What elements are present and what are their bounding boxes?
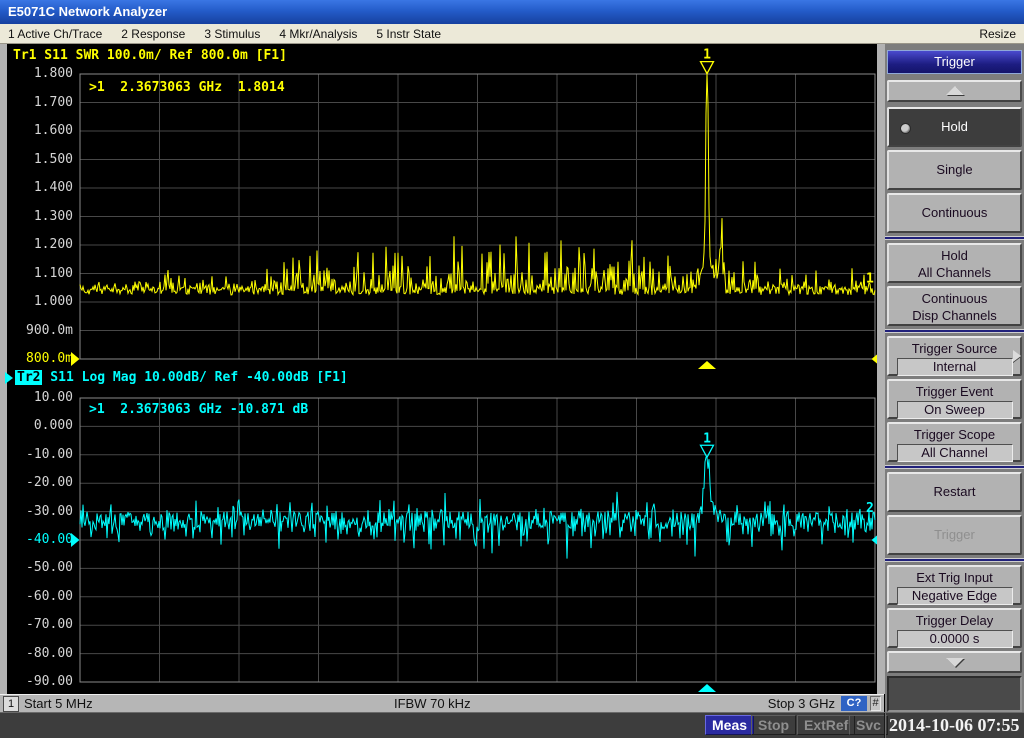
softkey-menu-title: Trigger: [887, 50, 1022, 74]
softkey-value: On Sweep: [897, 401, 1013, 419]
softkey-hold[interactable]: Hold: [887, 107, 1022, 147]
softkey-bottom-panel: [887, 676, 1022, 712]
taskbar: MeasStopExtRefSvc 2014-10-06 07:55: [0, 712, 1024, 738]
menu-item-3[interactable]: 3 Stimulus: [204, 27, 260, 41]
y-axis-label: 1.500: [0, 152, 73, 167]
y-axis-label: -10.00: [0, 447, 73, 462]
softkey-ext-trig-input[interactable]: Ext Trig InputNegative Edge: [887, 565, 1022, 605]
softkey-trigger[interactable]: Trigger: [887, 515, 1022, 555]
clock: 2014-10-06 07:55: [884, 713, 1024, 738]
taskbar-indicator-meas: Meas: [705, 715, 754, 735]
softkey-label: All Channels: [889, 264, 1020, 281]
stop-frequency[interactable]: Stop 3 GHz: [768, 695, 835, 712]
pane-divider: [877, 44, 885, 694]
softkey-label: Trigger: [889, 517, 1020, 553]
taskbar-indicator-svc: Svc: [849, 715, 888, 735]
softkey-label: Continuous: [889, 288, 1020, 307]
menu-item-5[interactable]: 5 Instr State: [376, 27, 441, 41]
selected-radio-icon: [900, 123, 911, 134]
start-frequency[interactable]: Start 5 MHz: [24, 695, 93, 712]
menu-item-resize[interactable]: Resize: [979, 27, 1016, 41]
softkey-restart[interactable]: Restart: [887, 472, 1022, 512]
y-axis-label: 0.000: [0, 418, 73, 433]
trace2-marker-readout: >1 2.3673063 GHz -10.871 dB: [89, 402, 308, 417]
softkey-label: Single: [889, 152, 1020, 188]
softkey-scroll-up[interactable]: [887, 80, 1022, 102]
arrow-down-icon: [946, 658, 964, 667]
channel-number-badge: 1: [3, 696, 19, 712]
softkey-menu: Trigger HoldSingleContinuousHoldAll Chan…: [885, 44, 1024, 712]
trace2-header-text: S11 Log Mag 10.00dB/ Ref -40.00dB [F1]: [42, 370, 347, 385]
y-axis-label: -90.00: [0, 674, 73, 689]
y-axis-label: 1.000: [0, 294, 73, 309]
y-axis-label: -40.00: [0, 532, 73, 547]
active-trace-arrow-icon: [5, 372, 13, 384]
y-axis-label: 1.800: [0, 66, 73, 81]
softkey-divider: [885, 465, 1024, 469]
softkey-divider: [885, 236, 1024, 240]
y-axis-label: 900.0m: [0, 323, 73, 338]
softkey-value: All Channel: [897, 444, 1013, 462]
softkey-hold-all-channels[interactable]: HoldAll Channels: [887, 243, 1022, 283]
softkey-label: Ext Trig Input: [889, 567, 1020, 586]
softkey-label: Restart: [889, 474, 1020, 510]
softkey-scroll-down[interactable]: [887, 651, 1022, 673]
softkey-label: Disp Channels: [889, 307, 1020, 324]
menu-item-2[interactable]: 2 Response: [121, 27, 185, 41]
y-axis-label: 1.100: [0, 266, 73, 281]
softkey-trigger-delay[interactable]: Trigger Delay0.0000 s: [887, 608, 1022, 648]
y-axis-label: 1.700: [0, 95, 73, 110]
taskbar-indicator-stop: Stop: [751, 715, 796, 735]
softkey-continuous[interactable]: Continuous: [887, 193, 1022, 233]
softkey-value: Negative Edge: [897, 587, 1013, 605]
ifbw-value[interactable]: IFBW 70 kHz: [394, 695, 471, 712]
softkey-trigger-source[interactable]: Trigger SourceInternal: [887, 336, 1022, 376]
menu-item-4[interactable]: 4 Mkr/Analysis: [279, 27, 357, 41]
y-axis-label: 1.300: [0, 209, 73, 224]
softkey-label: Continuous: [889, 195, 1020, 231]
softkey-single[interactable]: Single: [887, 150, 1022, 190]
softkey-value: Internal: [897, 358, 1013, 376]
menubar: 1 Active Ch/Trace 2 Response 3 Stimulus 4 M…: [0, 24, 1024, 44]
softkey-trigger-event[interactable]: Trigger EventOn Sweep: [887, 379, 1022, 419]
softkey-divider: [885, 329, 1024, 333]
trace1-header[interactable]: Tr1 S11 SWR 100.0m/ Ref 800.0m [F1]: [13, 48, 287, 63]
softkey-trigger-scope[interactable]: Trigger ScopeAll Channel: [887, 422, 1022, 462]
softkey-label: Hold: [889, 245, 1020, 264]
y-axis-label: -20.00: [0, 475, 73, 490]
softkey-label: Trigger Source: [889, 338, 1020, 357]
submenu-arrow-icon: [1013, 350, 1021, 362]
y-axis-label: 1.200: [0, 237, 73, 252]
instrument-screen: E5071C Network Analyzer 1 Active Ch/Trac…: [0, 0, 1024, 738]
y-axis-label: 1.400: [0, 180, 73, 195]
softkey-value: 0.0000 s: [897, 630, 1013, 648]
softkey-divider: [885, 558, 1024, 562]
arrow-up-icon: [946, 86, 964, 95]
trace2-badge: Tr2: [15, 370, 42, 385]
trace1-marker-readout: >1 2.3673063 GHz 1.8014: [89, 80, 285, 95]
softkey-label: Trigger Delay: [889, 610, 1020, 629]
softkey-continuous-disp-channels[interactable]: ContinuousDisp Channels: [887, 286, 1022, 326]
y-axis-label: -30.00: [0, 504, 73, 519]
y-axis-label: 1.600: [0, 123, 73, 138]
window-titlebar: E5071C Network Analyzer: [0, 0, 1024, 24]
taskbar-indicator-extref: ExtRef: [797, 715, 855, 735]
y-axis-label: -60.00: [0, 589, 73, 604]
window-title: E5071C Network Analyzer: [8, 4, 167, 19]
trace2-header[interactable]: Tr2 S11 Log Mag 10.00dB/ Ref -40.00dB [F…: [5, 370, 348, 385]
menu-item-1[interactable]: 1 Active Ch/Trace: [8, 27, 102, 41]
correction-badge: C?: [841, 696, 867, 711]
y-axis-label: 10.00: [0, 390, 73, 405]
softkey-label: Trigger Event: [889, 381, 1020, 400]
y-axis-label: -70.00: [0, 617, 73, 632]
sweep-indicator-badge: #: [870, 696, 881, 711]
y-axis-label: -50.00: [0, 560, 73, 575]
y-axis-label: -80.00: [0, 646, 73, 661]
y-axis-label: 800.0m: [0, 351, 73, 366]
menu-items: 1 Active Ch/Trace 2 Response 3 Stimulus 4 M…: [8, 27, 441, 41]
status-bar: 1 Start 5 MHz IFBW 70 kHz Stop 3 GHz C? …: [0, 694, 884, 712]
softkey-label: Trigger Scope: [889, 424, 1020, 443]
